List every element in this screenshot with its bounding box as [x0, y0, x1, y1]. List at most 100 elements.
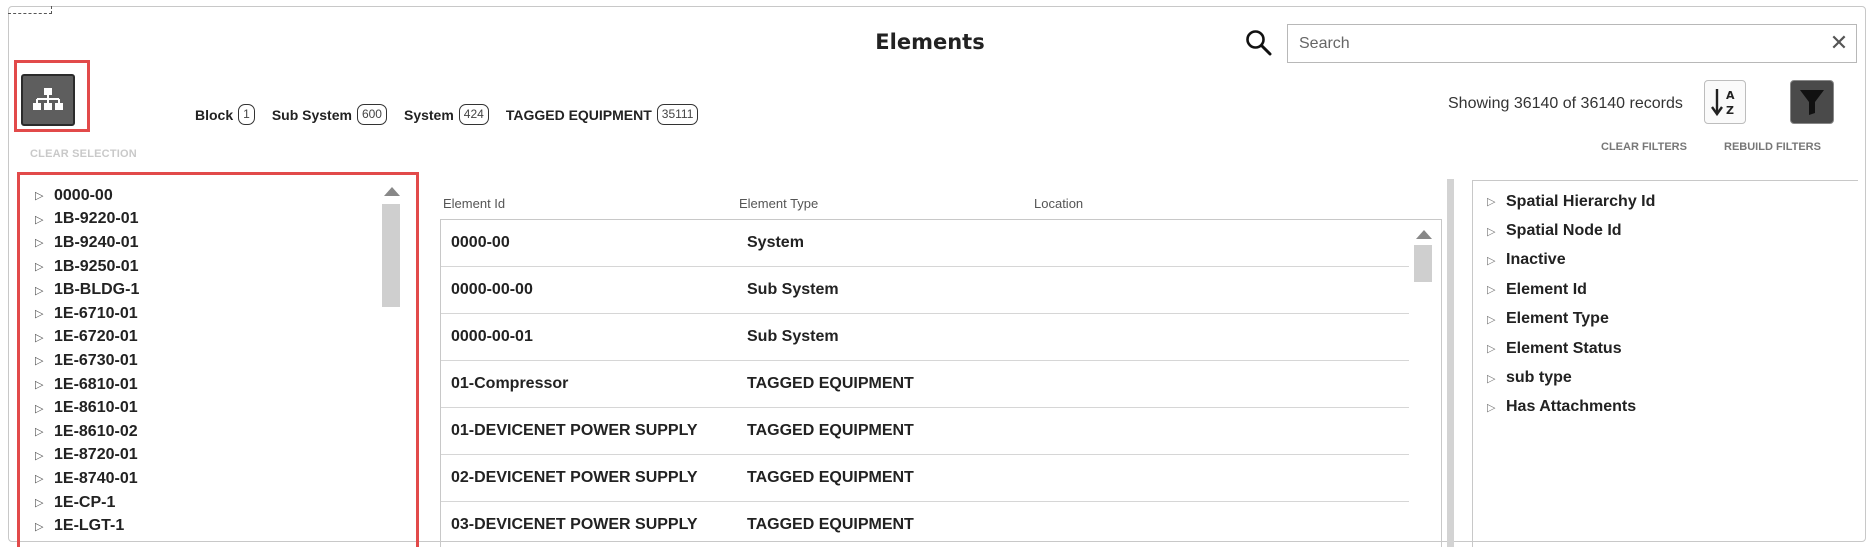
- clear-selection-button[interactable]: CLEAR SELECTION: [30, 148, 137, 160]
- tree-item[interactable]: ▷ 1B-9250-01: [35, 255, 139, 279]
- expand-icon[interactable]: ▷: [35, 472, 54, 485]
- table-row[interactable]: 01-DEVICENET POWER SUPPLY TAGGED EQUIPMEN…: [441, 408, 1409, 455]
- table-row[interactable]: 01-Compressor TAGGED EQUIPMENT: [441, 361, 1409, 408]
- expand-icon[interactable]: ▷: [35, 378, 54, 391]
- chip-tagged-equipment-count: 35111: [656, 104, 699, 125]
- table-row[interactable]: 0000-00-00 Sub System: [441, 267, 1409, 314]
- tree-item-label: 1B-9220-01: [54, 210, 139, 228]
- cell-element-id: 03-DEVICENET POWER SUPPLY: [451, 516, 698, 533]
- filter-item[interactable]: ▷ Element Id: [1487, 275, 1655, 304]
- table-row[interactable]: 02-DEVICENET POWER SUPPLY TAGGED EQUIPMEN…: [441, 455, 1409, 502]
- search-input[interactable]: [1288, 25, 1822, 62]
- tree-scrollbar[interactable]: [382, 187, 402, 307]
- clear-search-icon[interactable]: ✕: [1822, 27, 1856, 61]
- search-icon[interactable]: [1244, 28, 1274, 58]
- tree-item-label: 1B-9250-01: [54, 257, 139, 275]
- hierarchy-tree: ▷ 0000-00 ▷ 1B-9220-01 ▷ 1B-9240-01 ▷ 1B-925…: [35, 184, 139, 538]
- tree-item-label: 1B-9240-01: [54, 233, 139, 251]
- scroll-up-arrow-icon[interactable]: [1416, 230, 1432, 239]
- hierarchy-button[interactable]: [21, 74, 75, 126]
- filter-item[interactable]: ▷ Spatial Node Id: [1487, 216, 1655, 245]
- filter-item[interactable]: ▷ sub type: [1487, 363, 1655, 392]
- table-row[interactable]: 0000-00-01 Sub System: [441, 314, 1409, 361]
- expand-icon[interactable]: ▷: [35, 189, 54, 202]
- expand-icon[interactable]: ▷: [35, 520, 54, 533]
- tree-item[interactable]: ▷ 1E-CP-1: [35, 491, 139, 515]
- chip-subsystem-count: 600: [356, 104, 387, 125]
- chip-tagged-equipment-label[interactable]: TAGGED EQUIPMENT: [506, 107, 652, 123]
- tree-item[interactable]: ▷ 1B-9220-01: [35, 208, 139, 232]
- tree-item[interactable]: ▷ 0000-00: [35, 184, 139, 208]
- filter-item-label: Has Attachments: [1506, 398, 1637, 416]
- tree-item[interactable]: ▷ 1E-8610-02: [35, 420, 139, 444]
- expand-icon[interactable]: ▷: [1487, 254, 1506, 267]
- chip-system-label[interactable]: System: [404, 107, 454, 123]
- table-row[interactable]: 0000-00 System: [441, 220, 1409, 267]
- tree-item[interactable]: ▷ 1B-BLDG-1: [35, 278, 139, 302]
- filter-item[interactable]: ▷ Spatial Hierarchy Id: [1487, 187, 1655, 216]
- hierarchy-icon: [33, 88, 63, 110]
- chip-subsystem-label[interactable]: Sub System: [272, 107, 352, 123]
- tree-item[interactable]: ▷ 1E-8740-01: [35, 467, 139, 491]
- tree-item-label: 1E-6720-01: [54, 328, 138, 346]
- expand-icon[interactable]: ▷: [1487, 401, 1506, 414]
- expand-icon[interactable]: ▷: [35, 284, 54, 297]
- expand-icon[interactable]: ▷: [35, 425, 54, 438]
- expand-icon[interactable]: ▷: [35, 449, 54, 462]
- scroll-up-arrow-icon[interactable]: [384, 187, 400, 196]
- cell-element-id: 02-DEVICENET POWER SUPPLY: [451, 469, 698, 486]
- expand-icon[interactable]: ▷: [35, 307, 54, 320]
- filter-item[interactable]: ▷ Element Type: [1487, 305, 1655, 334]
- filter-item-label: Element Status: [1506, 339, 1622, 357]
- column-header-element-type[interactable]: Element Type: [739, 196, 818, 211]
- table-row[interactable]: 03-DEVICENET POWER SUPPLY TAGGED EQUIPMEN…: [441, 502, 1409, 547]
- column-header-location[interactable]: Location: [1034, 196, 1083, 211]
- expand-icon[interactable]: ▷: [1487, 283, 1506, 296]
- tree-item[interactable]: ▷ 1B-9240-01: [35, 231, 139, 255]
- scroll-thumb[interactable]: [382, 204, 400, 307]
- panel-splitter[interactable]: [1447, 179, 1454, 547]
- column-header-element-id[interactable]: Element Id: [443, 196, 505, 211]
- expand-icon[interactable]: ▷: [1487, 342, 1506, 355]
- tree-item[interactable]: ▷ 1E-6710-01: [35, 302, 139, 326]
- cell-element-type: System: [747, 234, 804, 251]
- cell-element-type: TAGGED EQUIPMENT: [747, 375, 914, 392]
- scroll-thumb[interactable]: [1414, 245, 1432, 282]
- expand-icon[interactable]: ▷: [35, 236, 54, 249]
- tree-item-label: 1E-LGT-1: [54, 517, 125, 535]
- filter-item[interactable]: ▷ Element Status: [1487, 334, 1655, 363]
- tree-item[interactable]: ▷ 1E-6730-01: [35, 349, 139, 373]
- expand-icon[interactable]: ▷: [1487, 372, 1506, 385]
- filter-item[interactable]: ▷ Has Attachments: [1487, 393, 1655, 422]
- tree-item[interactable]: ▷ 1E-6720-01: [35, 326, 139, 350]
- sort-az-button[interactable]: A Z: [1704, 80, 1746, 124]
- expand-icon[interactable]: ▷: [35, 496, 54, 509]
- clear-filters-button[interactable]: CLEAR FILTERS: [1601, 141, 1687, 153]
- rebuild-filters-button[interactable]: REBUILD FILTERS: [1724, 141, 1821, 153]
- tree-item[interactable]: ▷ 1E-8720-01: [35, 444, 139, 468]
- cell-element-id: 01-Compressor: [451, 375, 569, 392]
- filter-button[interactable]: [1790, 80, 1834, 124]
- filter-item[interactable]: ▷ Inactive: [1487, 246, 1655, 275]
- cell-element-id: 0000-00-01: [451, 328, 533, 345]
- chip-block-label[interactable]: Block: [195, 107, 233, 123]
- tree-item[interactable]: ▷ 1E-8610-01: [35, 396, 139, 420]
- grid-scrollbar[interactable]: [1414, 230, 1434, 282]
- cell-element-type: Sub System: [747, 281, 839, 298]
- expand-icon[interactable]: ▷: [35, 260, 54, 273]
- expand-icon[interactable]: ▷: [35, 213, 54, 226]
- tree-item[interactable]: ▷ 1E-6810-01: [35, 373, 139, 397]
- tree-item[interactable]: ▷ 1E-LGT-1: [35, 514, 139, 538]
- expand-icon[interactable]: ▷: [1487, 195, 1506, 208]
- cell-element-id: 01-DEVICENET POWER SUPPLY: [451, 422, 698, 439]
- expand-icon[interactable]: ▷: [1487, 313, 1506, 326]
- cell-element-type: Sub System: [747, 328, 839, 345]
- chip-block-count: 1: [238, 104, 255, 125]
- expand-icon[interactable]: ▷: [35, 331, 54, 344]
- expand-icon[interactable]: ▷: [1487, 225, 1506, 238]
- expand-icon[interactable]: ▷: [35, 402, 54, 415]
- chip-system-count: 424: [458, 104, 489, 125]
- tree-item-label: 1E-6810-01: [54, 375, 138, 393]
- expand-icon[interactable]: ▷: [35, 354, 54, 367]
- search-field: ✕: [1287, 24, 1857, 63]
